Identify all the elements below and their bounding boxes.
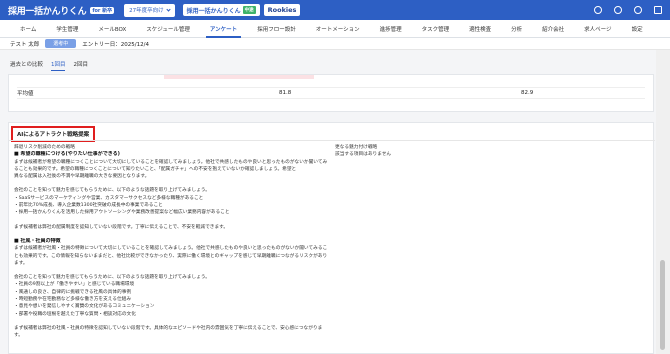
section-heading: ■ 社風・社員の特徴: [14, 237, 61, 244]
tab-compare[interactable]: 過去との比較: [10, 60, 43, 71]
paragraph-line: す。: [14, 333, 23, 339]
attraction-empty-text: 該当する項目はありません: [335, 152, 392, 158]
page-scrollbar[interactable]: [656, 50, 670, 354]
paragraph-line: ます。: [14, 260, 28, 266]
list-item: ・意見や想いを発信しやすく賞賛の文化があるコミュニケーション: [14, 304, 155, 310]
score-card: 平均値 81.8 82.9: [8, 74, 654, 112]
paragraph-line: 会社のことを知って魅力を感じてもらうために、以下のような話題を取り上げてみましょ…: [14, 275, 210, 281]
nav-item-students[interactable]: 学生管理: [46, 20, 88, 38]
list-item: ・社員の9割以上が「働きやすい」と感じている職場環境: [14, 282, 135, 288]
score-highlight-bar: [164, 75, 314, 79]
nav-item-agencies[interactable]: 紹介会社: [532, 20, 574, 38]
nav-item-flow[interactable]: 採用フロー設計: [247, 20, 306, 38]
average-row: 平均値 81.8 82.9: [17, 87, 645, 99]
tab-round1[interactable]: 1回目: [50, 60, 66, 71]
status-badge: 選考中: [45, 39, 77, 48]
attraction-subtitle: 更なる魅力付け戦略: [335, 145, 378, 150]
entry-date: エントリー日：2025/12/4: [82, 41, 149, 48]
paragraph-line: まずは候補者が社風・社員の特徴について大切にしていることを確認してみましょう。他…: [14, 246, 328, 252]
list-item: ・採用一括かんりくんを活用した採用アウトソーシングや業務改善提案など幅広い業務内…: [14, 210, 230, 216]
list-item: ・時短勤務や在宅勤務など多様な働き方を支える仕組み: [14, 297, 132, 303]
main-content: 過去との比較 1回目 2回目 平均値 81.8 82.9 AIによるアトラクト戦…: [0, 50, 656, 354]
bell-icon[interactable]: [634, 6, 642, 14]
survey-tabs: 過去との比較 1回目 2回目: [10, 60, 88, 71]
ai-strategy-card: AIによるアトラクト戦略提案 辞退リスク削減のための戦略 ■ 希望の職種につける…: [8, 122, 655, 354]
risk-reduction-column: 辞退リスク削減のための戦略 ■ 希望の職種につける(やりたい仕事ができる) まず…: [14, 144, 329, 340]
paragraph-line: 異なる配属は入社後の不満や早期離職の大きな要因となります。: [14, 174, 150, 180]
brand2-tag: 中途: [242, 6, 256, 14]
applicant-bar: テスト 太郎 選考中 エントリー日：2025/12/4: [0, 38, 670, 50]
main-nav: ホーム 学生管理 メールBOX スケジュール管理 アンケート 採用フロー設計 オ…: [0, 20, 670, 38]
nav-item-survey[interactable]: アンケート: [200, 20, 247, 38]
sync-icon[interactable]: [614, 6, 622, 14]
logout-icon[interactable]: [654, 6, 662, 14]
divider: [9, 140, 655, 141]
chevron-down-icon: [166, 6, 171, 12]
rookies-button[interactable]: Rookies: [263, 4, 301, 16]
risk-subtitle: 辞退リスク削減のための戦略: [14, 145, 75, 150]
average-value-round1: 81.8: [279, 90, 292, 96]
app-logo[interactable]: 採用一括かんりくん for 新卒: [8, 4, 115, 17]
help-icon[interactable]: [594, 6, 602, 14]
scrollbar-thumb[interactable]: [660, 260, 665, 350]
attraction-column: 更なる魅力付け戦略 該当する項目はありません: [335, 144, 635, 159]
list-item: ・風通しの良さ、自律的に挑戦できる社風の具体的事例: [14, 289, 132, 295]
nav-item-settings[interactable]: 設定: [622, 20, 653, 38]
tab-round2[interactable]: 2回目: [73, 60, 88, 71]
top-bar: 採用一括かんりくん for 新卒 27年度卒向け 採用一括かんりくん 中途 Ro…: [0, 0, 670, 20]
nav-item-tasks[interactable]: タスク管理: [412, 20, 460, 38]
year-select-label: 27年度卒向け: [129, 8, 164, 14]
year-select[interactable]: 27年度卒向け: [124, 3, 175, 17]
nav-item-aptitude[interactable]: 適性検査: [459, 20, 501, 38]
list-item: ・部署や役職の垣根を越えた丁寧な質問・相談対応の文化: [14, 311, 136, 317]
brand2-text: 採用一括かんりくん: [186, 7, 241, 15]
paragraph-line: まずは候補者が希望の職種につくことについて大切にしていることを確認してみましょう…: [14, 159, 328, 165]
average-value-round2: 82.9: [521, 90, 534, 96]
nav-item-progress[interactable]: 進捗管理: [370, 20, 412, 38]
list-item: ・前年比70%成長、導入企業数1300社突破の成長中の事業であること: [14, 203, 163, 209]
applicant-name: テスト 太郎: [10, 41, 40, 48]
paragraph-line: まず候補者は弊社の社風・社員の特徴を認知していない段階です。具体的なエピソードや…: [14, 325, 323, 331]
average-label: 平均値: [17, 91, 34, 97]
paragraph-line: 会社のことを知って魅力を感じてもらうために、以下のような話題を取り上げてみましょ…: [14, 188, 210, 194]
logo-text: 採用一括かんりくん: [8, 6, 87, 17]
paragraph-line: まず候補者は弊社の配属制度を認知していない段階です。丁寧に伝えることで、不安を軽…: [14, 224, 229, 230]
list-item: ・SaaSサービスのマーケティングや営業、カスタマーサクセスなど多様な職種がある…: [14, 195, 204, 201]
section-heading: ■ 希望の職種につける(やりたい仕事ができる): [14, 151, 120, 158]
nav-item-analytics[interactable]: 分析: [501, 20, 532, 38]
logo-tag: for 新卒: [90, 6, 115, 14]
nav-item-home[interactable]: ホーム: [10, 20, 46, 38]
nav-item-mailbox[interactable]: メールBOX: [88, 20, 136, 38]
nav-item-job-page[interactable]: 求人ページ: [574, 20, 621, 38]
nav-item-schedule[interactable]: スケジュール管理: [136, 20, 200, 38]
switch-mid-career-button[interactable]: 採用一括かんりくん 中途: [182, 4, 260, 16]
brand3-text: Rookies: [267, 6, 297, 14]
paragraph-line: ることも効果的です。希望の職種につくことについて知りたいこと、「配属ガチャ」への…: [14, 166, 297, 172]
nav-item-automation[interactable]: オートメーション: [306, 20, 370, 38]
paragraph-line: とも効果的です。この情報を知らないままだと、他社比較ができなかったり、実際に働く…: [14, 253, 328, 259]
